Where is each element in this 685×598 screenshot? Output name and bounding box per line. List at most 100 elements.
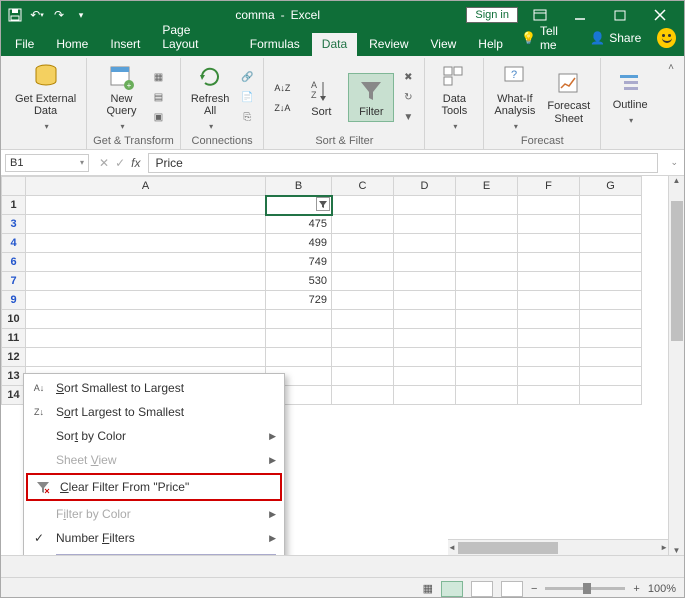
row-header-3[interactable]: 3 [2,215,26,234]
cell-G10[interactable] [580,310,642,329]
col-header-E[interactable]: E [456,177,518,196]
cell-F7[interactable] [518,272,580,291]
sheet-tab-bar[interactable] [1,555,684,577]
cell-B7[interactable]: 530 [266,272,332,291]
page-break-view-button[interactable] [501,581,523,597]
cell-D7[interactable] [394,272,456,291]
cell-C9[interactable] [332,291,394,310]
cell-C14[interactable] [332,386,394,405]
get-external-data-button[interactable]: Get External Data [11,61,80,133]
tab-formulas[interactable]: Formulas [240,33,310,56]
row-header-11[interactable]: 11 [2,329,26,348]
tab-pagelayout[interactable]: Page Layout [152,19,237,56]
new-query-button[interactable]: + New Query [98,61,144,133]
col-header-F[interactable]: F [518,177,580,196]
normal-view-button[interactable] [441,581,463,597]
tab-data[interactable]: Data [312,33,357,56]
cell-A3[interactable] [26,215,266,234]
vertical-scrollbar[interactable]: ▲▼ [668,176,684,555]
page-layout-view-button[interactable] [471,581,493,597]
cell-D4[interactable] [394,234,456,253]
row-header-4[interactable]: 4 [2,234,26,253]
cell-B11[interactable] [266,329,332,348]
row-header-14[interactable]: 14 [2,386,26,405]
cm-number-filters[interactable]: ✓Number Filters▶ [24,526,284,550]
row-header-9[interactable]: 9 [2,291,26,310]
cell-C12[interactable] [332,348,394,367]
cell-C1[interactable] [332,196,394,215]
filter-button[interactable]: Filter [348,73,394,121]
zoom-slider[interactable] [545,587,625,590]
cell-C4[interactable] [332,234,394,253]
sort-button[interactable]: AZ Sort [298,74,344,120]
tab-file[interactable]: File [9,33,44,56]
show-queries-icon[interactable]: ▦ [148,69,168,87]
row-header-10[interactable]: 10 [2,310,26,329]
cell-A11[interactable] [26,329,266,348]
fx-icon[interactable]: fx [131,156,140,170]
from-table-icon[interactable]: ▤ [148,89,168,107]
cell-B4[interactable]: 499 [266,234,332,253]
zoom-out-button[interactable]: − [531,583,537,595]
properties-icon[interactable]: 📄 [237,89,257,107]
cell-B6[interactable]: 749 [266,253,332,272]
cell-B10[interactable] [266,310,332,329]
cm-search[interactable]: 🔍 [56,554,276,555]
row-header-13[interactable]: 13 [2,367,26,386]
whatif-button[interactable]: ? What-If Analysis [490,61,539,133]
cell-F4[interactable] [518,234,580,253]
tab-review[interactable]: Review [359,33,418,56]
forecast-sheet-button[interactable]: Forecast Sheet [543,68,594,126]
cell-E3[interactable] [456,215,518,234]
cell-D10[interactable] [394,310,456,329]
cell-A12[interactable] [26,348,266,367]
cell-B1[interactable] [266,196,332,215]
sort-asc-icon[interactable]: A↓Z [270,79,294,97]
data-tools-button[interactable]: Data Tools [431,61,477,133]
cell-D14[interactable] [394,386,456,405]
cell-D9[interactable] [394,291,456,310]
cell-C11[interactable] [332,329,394,348]
formula-input[interactable]: Price [148,153,658,173]
col-header-C[interactable]: C [332,177,394,196]
edit-links-icon[interactable]: ⎘ [237,109,257,127]
outline-button[interactable]: Outline [607,67,653,127]
cell-D13[interactable] [394,367,456,386]
cell-B3[interactable]: 475 [266,215,332,234]
cell-B9[interactable]: 729 [266,291,332,310]
cell-F6[interactable] [518,253,580,272]
cell-C3[interactable] [332,215,394,234]
cell-C7[interactable] [332,272,394,291]
cell-E4[interactable] [456,234,518,253]
undo-icon[interactable]: ↶▾ [29,7,45,23]
cell-F9[interactable] [518,291,580,310]
cell-A1[interactable] [26,196,266,215]
cell-E12[interactable] [456,348,518,367]
cell-G7[interactable] [580,272,642,291]
col-header-A[interactable]: A [26,177,266,196]
redo-icon[interactable]: ↷ [51,7,67,23]
cell-F13[interactable] [518,367,580,386]
qat-customize-icon[interactable]: ▾ [73,7,89,23]
cell-F14[interactable] [518,386,580,405]
cell-G12[interactable] [580,348,642,367]
cell-D3[interactable] [394,215,456,234]
sort-desc-icon[interactable]: Z↓A [270,99,294,117]
cell-F10[interactable] [518,310,580,329]
advanced-filter-icon[interactable]: ▼ [398,109,418,127]
cell-G14[interactable] [580,386,642,405]
cm-sort-desc[interactable]: Z↓Sort Largest to Smallest [24,400,284,424]
zoom-level[interactable]: 100% [648,583,676,595]
cell-E13[interactable] [456,367,518,386]
cell-F3[interactable] [518,215,580,234]
cm-sort-asc[interactable]: A↓Sort Smallest to Largest [24,376,284,400]
cell-A7[interactable] [26,272,266,291]
cell-F1[interactable] [518,196,580,215]
row-header-7[interactable]: 7 [2,272,26,291]
cell-D12[interactable] [394,348,456,367]
cancel-formula-icon[interactable]: ✕ [99,156,109,170]
cell-G4[interactable] [580,234,642,253]
reapply-icon[interactable]: ↻ [398,89,418,107]
expand-formula-icon[interactable]: ⌄ [664,157,684,168]
cell-C6[interactable] [332,253,394,272]
